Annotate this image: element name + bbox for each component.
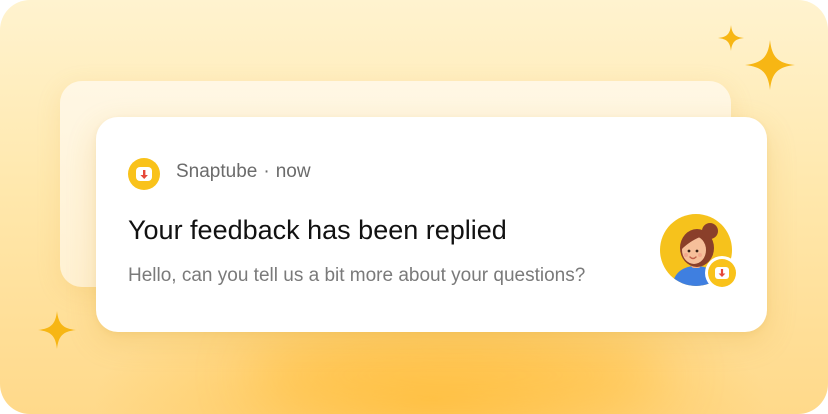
notification-time: now — [275, 161, 311, 182]
download-icon — [140, 170, 148, 179]
notification-card[interactable]: Snaptube · now Your feedback has been repl… — [96, 117, 767, 332]
promo-canvas: Snaptube · now Your feedback has been repl… — [0, 0, 828, 414]
app-name: Snaptube — [176, 161, 258, 182]
meta-separator: · — [263, 161, 270, 182]
sparkle-icon-top-large — [745, 40, 795, 90]
bottom-glow — [250, 330, 670, 414]
avatar-badge — [705, 256, 739, 290]
notification-meta: Snaptube · now — [176, 161, 311, 183]
download-icon — [715, 267, 729, 279]
sparkle-icon-bottom-left — [38, 311, 76, 349]
app-icon — [128, 158, 160, 190]
notification-title: Your feedback has been replied — [128, 215, 507, 245]
sparkle-icon-top-small — [718, 25, 744, 51]
notification-message: Hello, can you tell us a bit more about … — [128, 265, 586, 286]
